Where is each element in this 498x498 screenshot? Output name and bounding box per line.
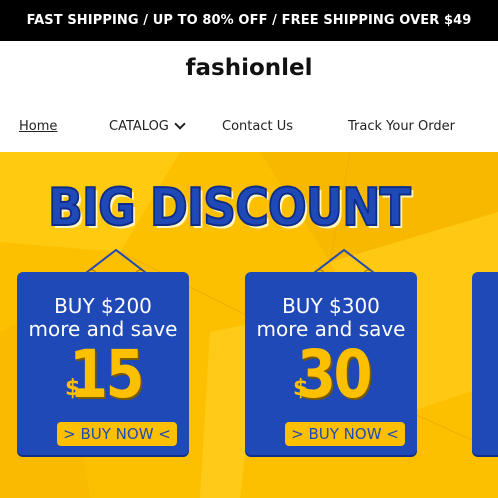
discount-card-1[interactable]: BUY $200 more and save $ 15 > BUY NOW <: [17, 272, 189, 455]
discount-card-2[interactable]: BUY $300 more and save $ 30 > BUY NOW <: [245, 272, 417, 455]
chevron-down-icon: [174, 118, 186, 130]
card-1-amount: 15: [69, 336, 145, 413]
site-logo[interactable]: fashionlel: [0, 55, 498, 81]
card-2-buy-now-button[interactable]: > BUY NOW <: [285, 422, 405, 446]
card-1-line1: BUY $200: [54, 294, 152, 318]
announcement-text: FAST SHIPPING / UP TO 80% OFF / FREE SHI…: [26, 13, 472, 28]
nav-catalog-label: CATALOG: [109, 119, 169, 134]
nav-track-order[interactable]: Track Your Order: [348, 119, 455, 134]
nav-home[interactable]: Home: [19, 119, 57, 134]
banner-headline: BIG DISCOUNT: [47, 177, 412, 239]
nav-catalog[interactable]: CATALOG: [109, 118, 186, 134]
card-1-buy-now-button[interactable]: > BUY NOW <: [57, 422, 177, 446]
card-2-amount: 30: [297, 336, 373, 413]
discount-card-3-partial[interactable]: [472, 272, 498, 455]
promo-banner[interactable]: BIG DISCOUNT BUY $200 more and save $ 15…: [0, 152, 498, 498]
nav-contact[interactable]: Contact Us: [222, 119, 293, 134]
card-2-line1: BUY $300: [282, 294, 380, 318]
announcement-bar: FAST SHIPPING / UP TO 80% OFF / FREE SHI…: [0, 0, 498, 41]
main-nav: Home CATALOG Contact Us Track Your Order: [0, 118, 498, 139]
